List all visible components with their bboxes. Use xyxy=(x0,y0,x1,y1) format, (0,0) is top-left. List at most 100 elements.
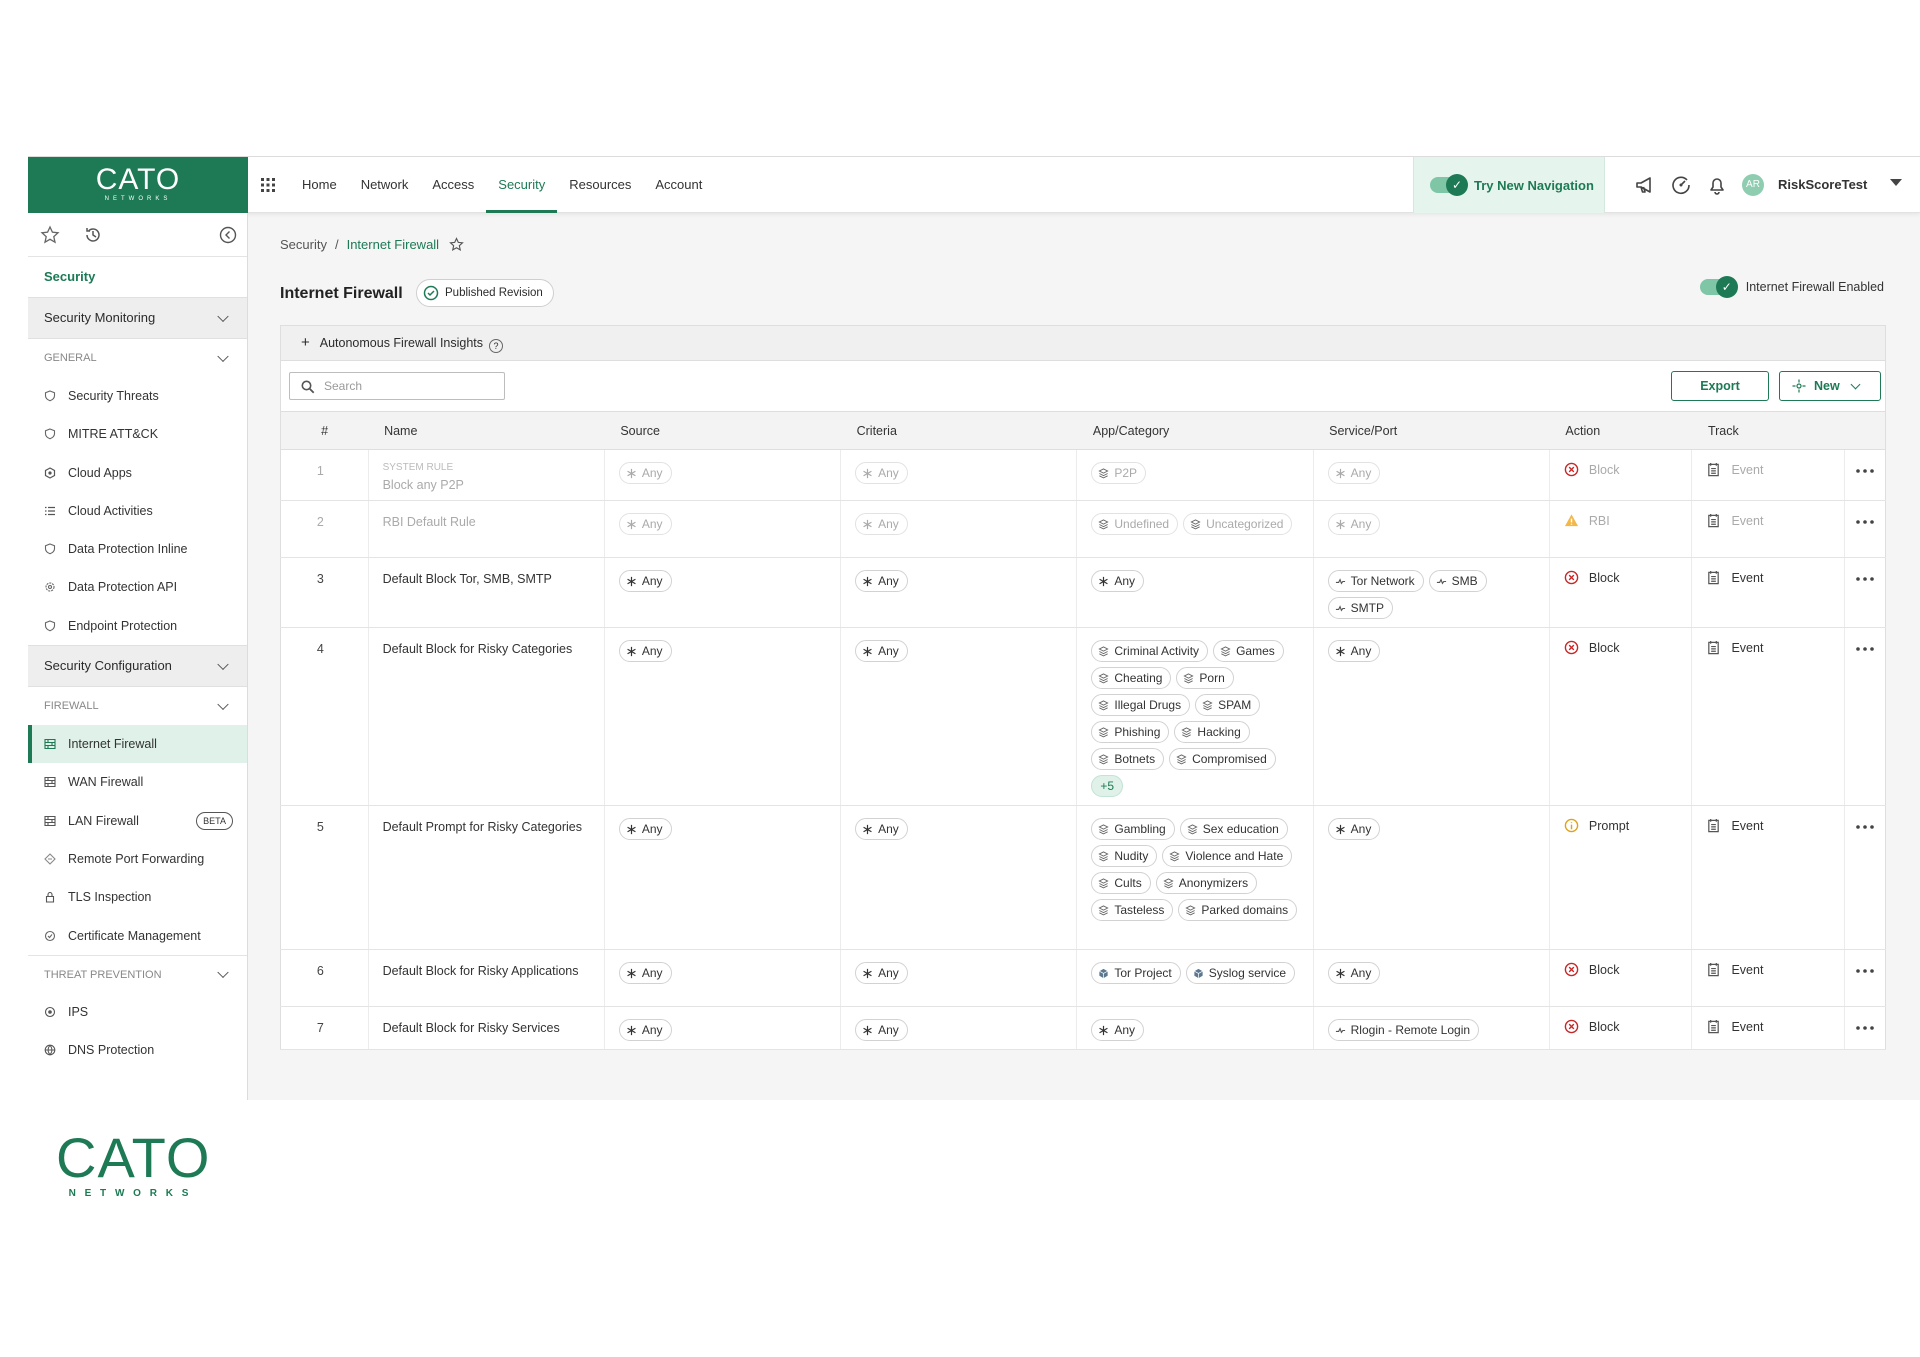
col-number[interactable]: # xyxy=(280,411,369,450)
action-value[interactable]: RBI xyxy=(1564,513,1684,528)
more-options-icon[interactable] xyxy=(1856,520,1874,524)
app-chip[interactable]: Cults xyxy=(1091,872,1151,894)
section-general[interactable]: GENERAL xyxy=(28,339,247,377)
star-icon[interactable] xyxy=(40,225,60,245)
avatar[interactable]: AR xyxy=(1742,174,1764,196)
more-options-icon[interactable] xyxy=(1856,469,1874,473)
app-chip[interactable]: Compromised xyxy=(1169,748,1276,770)
user-name[interactable]: RiskScoreTest xyxy=(1778,177,1867,192)
firewall-enabled-toggle[interactable]: ✓ xyxy=(1699,276,1738,298)
published-revision-badge[interactable]: Published Revision xyxy=(416,279,554,307)
sidebar-item-dp-inline[interactable]: Data Protection Inline xyxy=(28,530,247,568)
more-options-icon[interactable] xyxy=(1856,825,1874,829)
track-value[interactable]: Event xyxy=(1706,513,1836,528)
track-value[interactable]: Event xyxy=(1706,462,1836,477)
service-chip[interactable]: Any xyxy=(1327,818,1381,840)
col-action[interactable]: Action xyxy=(1549,411,1692,450)
app-chip[interactable]: Botnets xyxy=(1091,748,1165,770)
rule-name[interactable]: Default Block for Risky Applications xyxy=(383,962,596,978)
criteria-chip[interactable]: Any xyxy=(855,962,908,984)
source-chip[interactable]: Any xyxy=(618,462,672,484)
action-value[interactable]: Prompt xyxy=(1564,818,1684,833)
sidebar-group-security-configuration[interactable]: Security Configuration xyxy=(28,645,247,688)
source-chip[interactable]: Any xyxy=(618,640,672,662)
nav-access[interactable]: Access xyxy=(420,157,486,213)
sidebar-item-ips[interactable]: IPS xyxy=(28,993,247,1031)
app-chip[interactable]: Any xyxy=(1091,1019,1145,1041)
search-input[interactable] xyxy=(289,372,505,400)
collapse-sidebar-icon[interactable] xyxy=(218,225,238,245)
sidebar-item-internet-firewall[interactable]: Internet Firewall xyxy=(28,725,247,764)
sidebar-item-certificate-management[interactable]: Certificate Management xyxy=(28,917,247,955)
breadcrumb-internet-firewall[interactable]: Internet Firewall xyxy=(347,237,439,252)
app-chip[interactable]: Any xyxy=(1091,570,1145,592)
app-chip[interactable]: Parked domains xyxy=(1178,899,1298,921)
history-icon[interactable] xyxy=(83,225,103,245)
source-chip[interactable]: Any xyxy=(618,818,672,840)
sidebar-item-security-threats[interactable]: Security Threats xyxy=(28,377,247,415)
action-value[interactable]: Block xyxy=(1564,1019,1684,1034)
sidebar-item-dns-protection[interactable]: DNS Protection xyxy=(28,1031,247,1069)
app-chip[interactable]: Syslog service xyxy=(1185,962,1296,984)
rule-name[interactable]: Block any P2P xyxy=(383,476,596,492)
col-criteria[interactable]: Criteria xyxy=(840,411,1077,450)
nav-account[interactable]: Account xyxy=(643,157,714,213)
criteria-chip[interactable]: Any xyxy=(855,1019,908,1041)
app-chip[interactable]: Sex education xyxy=(1179,818,1288,840)
nav-resources[interactable]: Resources xyxy=(557,157,643,213)
app-chip[interactable]: Tasteless xyxy=(1091,899,1174,921)
help-icon[interactable]: ? xyxy=(489,339,504,353)
col-name[interactable]: Name xyxy=(368,411,605,450)
table-row[interactable]: 1 SYSTEM RULE Block any P2P Any Any P2P Any Blo… xyxy=(280,449,1886,501)
col-app-category[interactable]: App/Category xyxy=(1076,411,1314,450)
app-chip[interactable]: Criminal Activity xyxy=(1091,640,1209,662)
user-menu-caret-icon[interactable] xyxy=(1890,179,1902,186)
nav-network[interactable]: Network xyxy=(349,157,421,213)
table-row[interactable]: 4 Default Block for Risky Categories Any An… xyxy=(280,627,1886,806)
rule-name[interactable]: RBI Default Rule xyxy=(383,513,596,529)
app-chip[interactable]: Uncategorized xyxy=(1183,513,1293,535)
section-firewall[interactable]: FIREWALL xyxy=(28,687,247,725)
table-row[interactable]: 2 RBI Default Rule Any Any Undefined Uncatego… xyxy=(280,500,1886,558)
speed-dashboard-icon[interactable] xyxy=(1670,174,1692,196)
service-chip[interactable]: Tor Network xyxy=(1327,570,1424,592)
service-chip[interactable]: SMB xyxy=(1428,570,1487,592)
app-chip[interactable]: Anonymizers xyxy=(1155,872,1258,894)
track-value[interactable]: Event xyxy=(1706,818,1836,833)
more-options-icon[interactable] xyxy=(1856,577,1874,581)
more-options-icon[interactable] xyxy=(1856,647,1874,651)
service-chip[interactable]: Any xyxy=(1327,513,1381,535)
app-chip[interactable]: Gambling xyxy=(1091,818,1175,840)
criteria-chip[interactable]: Any xyxy=(855,570,908,592)
new-button[interactable]: New xyxy=(1779,371,1881,401)
app-chip[interactable]: Porn xyxy=(1176,667,1234,689)
track-value[interactable]: Event xyxy=(1706,962,1836,977)
table-row[interactable]: 7 Default Block for Risky Services Any Any A… xyxy=(280,1006,1886,1050)
sidebar-group-security-monitoring[interactable]: Security Monitoring xyxy=(28,297,247,339)
sidebar-item-cloud-activities[interactable]: Cloud Activities xyxy=(28,492,247,530)
app-chip[interactable]: Hacking xyxy=(1174,721,1250,743)
col-track[interactable]: Track xyxy=(1691,411,1845,450)
track-value[interactable]: Event xyxy=(1706,570,1836,585)
col-source[interactable]: Source xyxy=(604,411,841,450)
rule-name[interactable]: Default Block for Risky Services xyxy=(383,1019,596,1035)
breadcrumb-security[interactable]: Security xyxy=(280,237,327,252)
app-chip[interactable]: Games xyxy=(1213,640,1284,662)
app-chip[interactable]: Nudity xyxy=(1091,845,1158,867)
app-chip[interactable]: Phishing xyxy=(1091,721,1170,743)
table-row[interactable]: 3 Default Block Tor, SMB, SMTP Any Any Any To… xyxy=(280,557,1886,628)
sidebar-item-wan-firewall[interactable]: WAN Firewall xyxy=(28,763,247,801)
more-options-icon[interactable] xyxy=(1856,1026,1874,1030)
source-chip[interactable]: Any xyxy=(618,1019,672,1041)
app-chip[interactable]: Undefined xyxy=(1091,513,1179,535)
criteria-chip[interactable]: Any xyxy=(855,818,908,840)
sidebar-item-endpoint-protection[interactable]: Endpoint Protection xyxy=(28,607,247,645)
source-chip[interactable]: Any xyxy=(618,513,672,535)
criteria-chip[interactable]: Any xyxy=(855,640,908,662)
service-chip[interactable]: Any xyxy=(1327,962,1381,984)
sidebar-item-lan-firewall[interactable]: LAN Firewall BETA xyxy=(28,802,247,840)
cato-logo[interactable]: CATO NETWORKS xyxy=(28,157,248,213)
sidebar-item-remote-port-forwarding[interactable]: Remote Port Forwarding xyxy=(28,840,247,878)
bell-icon[interactable] xyxy=(1706,174,1728,196)
app-chip[interactable]: Illegal Drugs xyxy=(1091,694,1191,716)
